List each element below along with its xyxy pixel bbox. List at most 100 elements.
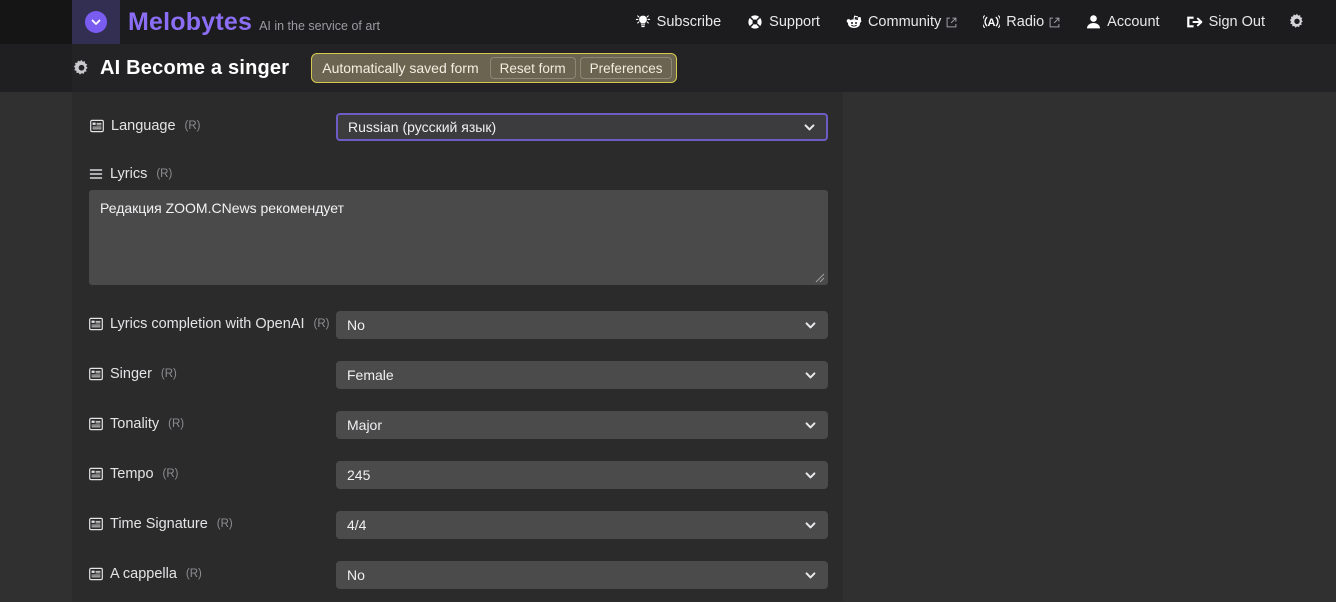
form-row-language: Language (R) — [90, 118, 200, 134]
page-title-bar: AI Become a singer Automatically saved f… — [0, 44, 1336, 92]
field-label-text: Lyrics — [110, 166, 148, 182]
titlebar-left-gutter — [0, 44, 72, 92]
nav-item-support[interactable]: Support — [734, 0, 833, 44]
required-marker: (R) — [216, 518, 233, 530]
select-language-value: Russian (русский язык) — [348, 119, 497, 135]
field-label-text: Lyrics completion with OpenAI — [110, 316, 305, 332]
list-box-icon — [89, 317, 103, 331]
required-marker: (R) — [160, 368, 177, 380]
field-label-tempo: Tempo (R) — [89, 466, 179, 482]
nav-item-label: Radio — [1006, 14, 1045, 30]
select-tempo[interactable]: 245 — [336, 461, 828, 489]
required-marker: (R) — [184, 120, 201, 132]
external-link-icon — [946, 17, 957, 28]
form-row-tempo: Tempo (R) — [89, 466, 179, 482]
autosave-banner: Automatically saved form Reset form Pref… — [311, 53, 678, 83]
broadcast-tower-icon: A — [983, 14, 1001, 30]
brand[interactable]: Melobytes AI in the service of art — [128, 8, 380, 37]
select-tempo-value: 245 — [347, 467, 371, 483]
select-singer-value: Female — [347, 367, 394, 383]
select-time-signature[interactable]: 4/4 — [336, 511, 828, 539]
field-label-singer: Singer (R) — [89, 366, 177, 382]
nav-settings-button[interactable] — [1278, 0, 1320, 44]
select-singer[interactable]: Female — [336, 361, 828, 389]
form-row-lyrics: Lyrics (R) — [89, 166, 172, 182]
preferences-button[interactable]: Preferences — [579, 57, 673, 79]
select-language[interactable]: Russian (русский язык) — [336, 113, 828, 141]
nav-items: Subscribe Support Community A Radio Acco… — [622, 0, 1320, 44]
nav-item-label: Subscribe — [656, 14, 722, 30]
nav-left-gutter — [0, 0, 72, 44]
field-label-text: Tempo — [110, 466, 154, 482]
required-marker: (R) — [313, 318, 330, 330]
select-a-cappella-value: No — [347, 567, 365, 583]
external-link-icon — [1049, 17, 1060, 28]
required-marker: (R) — [185, 568, 202, 580]
list-box-icon — [89, 417, 103, 431]
chevron-down-icon — [804, 519, 817, 532]
required-marker: (R) — [168, 418, 185, 430]
field-label-text: A cappella — [110, 566, 177, 582]
field-label-language: Language (R) — [90, 118, 200, 134]
lyrics-textarea[interactable] — [89, 190, 828, 285]
gear-icon — [72, 59, 91, 78]
form-row-a-cappella: A cappella (R) — [89, 566, 202, 582]
field-label-time-signature: Time Signature (R) — [89, 516, 233, 532]
form-row-lyrics-completion: Lyrics completion with OpenAI (R) — [89, 316, 329, 332]
chevron-circle-down-icon — [85, 11, 107, 33]
lightbulb-icon — [635, 14, 651, 30]
form-row-time-signature: Time Signature (R) — [89, 516, 233, 532]
nav-item-subscribe[interactable]: Subscribe — [622, 0, 734, 44]
required-marker: (R) — [162, 468, 179, 480]
select-tonality-value: Major — [347, 417, 383, 433]
chevron-down-icon — [804, 469, 817, 482]
list-box-icon — [89, 467, 103, 481]
nav-item-label: Account — [1107, 14, 1160, 30]
form-row-singer: Singer (R) — [89, 366, 177, 382]
field-label-text: Singer — [110, 366, 152, 382]
nav-item-radio[interactable]: A Radio — [970, 0, 1073, 44]
nav-item-label: Community — [867, 14, 942, 30]
nav-item-label: Support — [769, 14, 820, 30]
select-time-signature-value: 4/4 — [347, 517, 367, 533]
list-box-icon — [89, 517, 103, 531]
select-tonality[interactable]: Major — [336, 411, 828, 439]
field-label-tonality: Tonality (R) — [89, 416, 184, 432]
chevron-down-icon — [804, 369, 817, 382]
sign-out-icon — [1186, 14, 1203, 30]
list-box-icon — [89, 567, 103, 581]
list-box-icon — [89, 367, 103, 381]
nav-item-community[interactable]: Community — [833, 0, 970, 44]
brand-name: Melobytes — [128, 7, 253, 36]
field-label-text: Time Signature — [110, 516, 208, 532]
field-label-lyrics-completion: Lyrics completion with OpenAI (R) — [89, 316, 329, 332]
nav-item-label: Sign Out — [1208, 14, 1265, 30]
life-ring-icon — [747, 14, 763, 30]
gear-icon — [1288, 13, 1306, 31]
top-navigation-bar: Melobytes AI in the service of art Subsc… — [0, 0, 1336, 44]
reset-form-button[interactable]: Reset form — [489, 57, 576, 79]
brand-tagline: AI in the service of art — [259, 18, 380, 33]
select-lyrics-completion[interactable]: No — [336, 311, 828, 339]
select-a-cappella[interactable]: No — [336, 561, 828, 589]
svg-text:A: A — [988, 17, 996, 29]
field-label-text: Tonality — [110, 416, 160, 432]
user-icon — [1086, 14, 1101, 30]
field-label-text: Language — [111, 118, 176, 134]
required-marker: (R) — [156, 168, 173, 180]
chevron-down-icon — [804, 419, 817, 432]
brand-logo-badge[interactable] — [72, 0, 120, 44]
bars-icon — [89, 167, 103, 181]
list-box-icon — [90, 119, 104, 133]
form-row-tonality: Tonality (R) — [89, 416, 184, 432]
page-title: AI Become a singer — [100, 56, 290, 79]
autosave-message: Automatically saved form — [322, 60, 479, 76]
chevron-down-icon — [804, 319, 817, 332]
nav-item-sign-out[interactable]: Sign Out — [1173, 0, 1278, 44]
chevron-down-icon — [804, 569, 817, 582]
nav-item-account[interactable]: Account — [1073, 0, 1172, 44]
chevron-down-icon — [803, 121, 816, 134]
select-lyrics-completion-value: No — [347, 317, 365, 333]
reddit-icon — [846, 14, 862, 30]
field-label-a-cappella: A cappella (R) — [89, 566, 202, 582]
